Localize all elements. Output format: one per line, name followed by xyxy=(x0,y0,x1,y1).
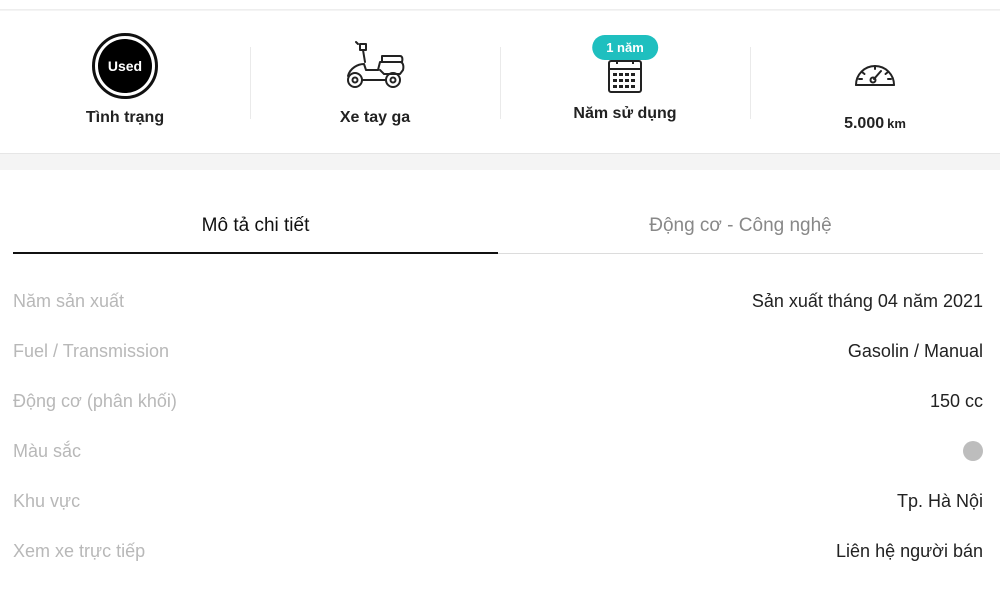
spec-label: Màu sắc xyxy=(13,440,82,461)
spec-value: Gasolin / Manual xyxy=(847,340,983,361)
mileage-label: 5.000 km xyxy=(844,115,906,133)
spec-value: 150 cc xyxy=(929,390,983,411)
spec-value: Liên hệ người bán xyxy=(836,540,983,561)
years-label: Năm sử dụng xyxy=(573,105,677,122)
spec-row-fuel: Fuel / Transmission Gasolin / Manual xyxy=(13,326,983,376)
speedometer-icon xyxy=(852,31,898,101)
spec-row-color: Màu sắc xyxy=(13,426,983,476)
summary-type: Xe tay ga xyxy=(250,11,500,153)
details-panel: Mô tả chi tiết Động cơ - Công nghệ Năm s… xyxy=(0,170,1000,610)
mileage-value: 5.000 xyxy=(844,115,885,132)
type-label: Xe tay ga xyxy=(339,109,411,126)
used-badge-text: Used xyxy=(98,39,152,93)
spec-label: Khu vực xyxy=(13,490,81,511)
spec-value: Sản xuất tháng 04 năm 2021 xyxy=(751,290,983,311)
tab-engine-technology[interactable]: Động cơ - Công nghệ xyxy=(498,198,983,253)
spec-row-region: Khu vực Tp. Hà Nội xyxy=(13,476,983,526)
details-tabs: Mô tả chi tiết Động cơ - Công nghệ xyxy=(13,198,983,254)
scooter-icon xyxy=(344,31,406,101)
tab-detailed-description[interactable]: Mô tả chi tiết xyxy=(13,198,498,254)
spec-label: Xem xe trực tiếp xyxy=(13,540,146,561)
spec-row-viewing: Xem xe trực tiếp Liên hệ người bán xyxy=(13,526,983,576)
summary-mileage: 5.000 km xyxy=(750,11,1000,153)
spec-row-year: Năm sản xuất Sản xuất tháng 04 năm 2021 xyxy=(13,276,983,326)
summary-years: 1 năm Năm sử dụng xyxy=(500,11,750,153)
summary-bar: Used Tình trạng Xe tay ga 1 năm Năm sử d… xyxy=(0,11,1000,154)
spec-label: Năm sản xuất xyxy=(13,290,125,311)
spec-label: Fuel / Transmission xyxy=(13,340,170,361)
spec-list: Năm sản xuất Sản xuất tháng 04 năm 2021 … xyxy=(13,276,983,576)
spec-value: Tp. Hà Nội xyxy=(896,490,983,511)
top-strip xyxy=(0,0,1000,10)
years-pill: 1 năm xyxy=(592,35,658,60)
color-swatch xyxy=(963,441,983,461)
condition-label: Tình trạng xyxy=(85,109,165,126)
spec-label: Động cơ (phân khối) xyxy=(13,390,177,411)
spec-row-engine: Động cơ (phân khối) 150 cc xyxy=(13,376,983,426)
summary-condition: Used Tình trạng xyxy=(0,11,250,153)
mileage-unit: km xyxy=(887,116,906,131)
used-badge-icon: Used xyxy=(92,31,158,101)
